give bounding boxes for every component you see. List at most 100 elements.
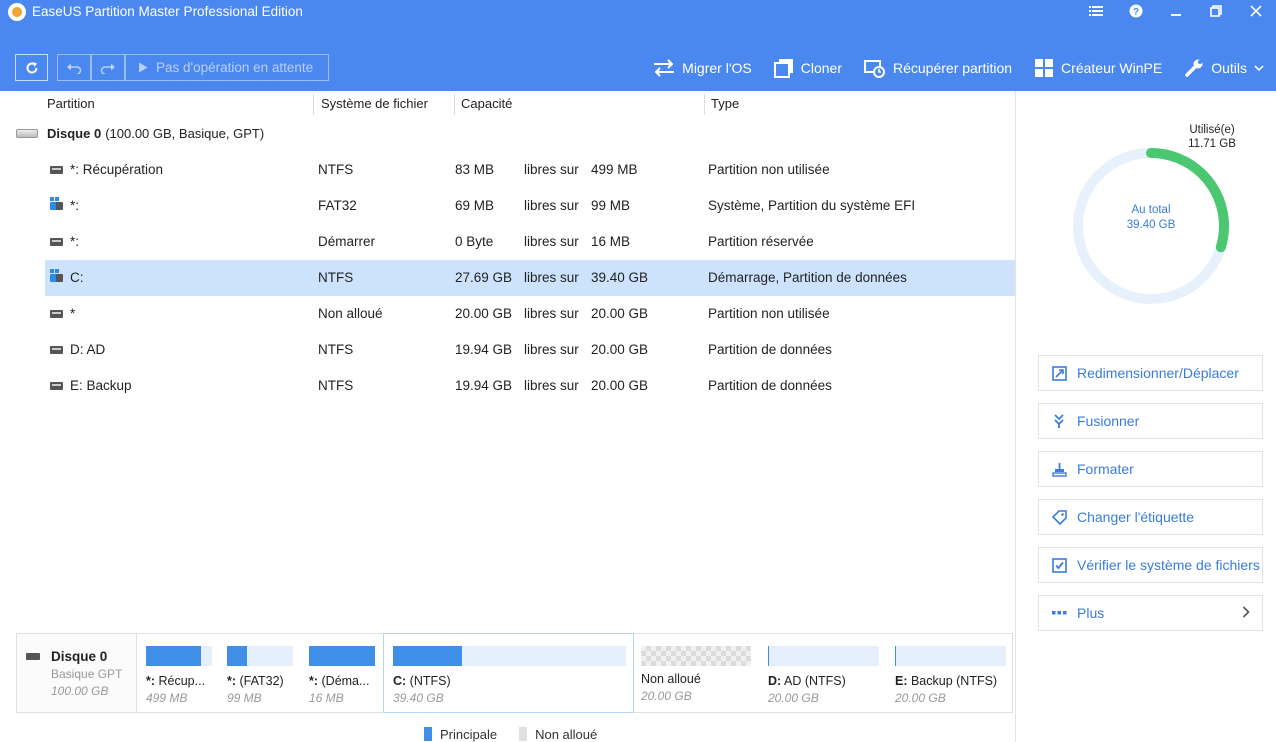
window-title: EaseUS Partition Master Professional Edi… xyxy=(32,4,303,19)
system-drive-icon xyxy=(50,269,63,282)
refresh-icon xyxy=(26,61,37,73)
used-label: Utilisé(e) xyxy=(1189,124,1235,136)
segment-used-fill xyxy=(768,646,769,666)
title-toolbar-band: EaseUS Partition Master Professional Edi… xyxy=(0,0,1276,91)
partition-row[interactable]: *: FAT32 69 MB libres sur 99 MB Système,… xyxy=(45,188,1015,224)
partition-name: *: Récupération xyxy=(70,162,164,177)
tag-icon xyxy=(1051,509,1067,525)
partition-free-separator: libres sur xyxy=(524,270,579,285)
disk-map-segment[interactable]: *: (FAT32) 99 MB xyxy=(218,634,300,712)
partition-free: 0 Byte xyxy=(455,234,494,249)
redo-icon xyxy=(100,63,115,74)
column-separator[interactable] xyxy=(313,94,314,115)
pending-operations-button[interactable]: Pas d'opération en attente xyxy=(125,54,329,81)
partition-filesystem: NTFS xyxy=(318,342,354,357)
hard-disk-icon xyxy=(26,653,40,660)
disk-map-segment[interactable]: D: AD (NTFS) 20.00 GB xyxy=(759,634,886,712)
more-icon xyxy=(1051,605,1067,621)
segment-bar xyxy=(895,646,1006,666)
segment-size: 20.00 GB xyxy=(641,689,692,703)
check-icon xyxy=(1051,557,1067,573)
merge-button[interactable]: Fusionner xyxy=(1038,403,1263,439)
drive-icon xyxy=(50,346,63,354)
disk-map-disk-type: Basique GPT xyxy=(51,667,123,681)
migrate-os-button[interactable]: Migrer l'OS xyxy=(653,59,752,77)
segment-label: D: AD (NTFS) xyxy=(768,674,846,688)
partition-total: 39.40 GB xyxy=(591,270,649,285)
segment-bar xyxy=(393,646,626,666)
format-button[interactable]: Formater xyxy=(1038,451,1263,487)
partition-free-separator: libres sur xyxy=(524,378,579,393)
partition-total: 20.00 GB xyxy=(591,378,649,393)
partition-total: 20.00 GB xyxy=(591,306,649,321)
disk-map-disk-info[interactable]: Disque 0 Basique GPT 100.00 GB xyxy=(17,634,137,712)
close-icon[interactable] xyxy=(1236,0,1276,22)
restore-icon[interactable] xyxy=(1196,0,1236,22)
right-panel: Utilisé(e) 11.71 GB Au total 39.40 GB Re… xyxy=(1015,91,1276,742)
partition-filesystem: Non alloué xyxy=(318,306,383,321)
disk-map-segment[interactable]: *: (Déma... 16 MB xyxy=(300,634,382,712)
merge-icon xyxy=(1051,413,1067,429)
partition-row[interactable]: *: Démarrer 0 Byte libres sur 16 MB Part… xyxy=(45,224,1015,260)
winpe-creator-label: Créateur WinPE xyxy=(1061,60,1163,76)
partition-type: Partition de données xyxy=(708,342,832,357)
recover-icon xyxy=(863,60,885,78)
partition-filesystem: NTFS xyxy=(318,378,354,393)
clone-button[interactable]: Cloner xyxy=(773,58,842,78)
partition-filesystem: NTFS xyxy=(318,270,354,285)
minimize-icon[interactable] xyxy=(1156,0,1196,22)
partition-row[interactable]: * Non alloué 20.00 GB libres sur 20.00 G… xyxy=(45,296,1015,332)
partition-table: Partition Système de fichier Capacité Ty… xyxy=(0,91,1015,631)
partition-name: E: Backup xyxy=(70,378,132,393)
partition-name: *: xyxy=(70,234,80,249)
help-icon[interactable]: ? xyxy=(1116,0,1156,22)
undo-icon xyxy=(67,63,82,74)
partition-row-selected[interactable]: C: NTFS 27.69 GB libres sur 39.40 GB Dém… xyxy=(45,260,1015,296)
partition-total: 20.00 GB xyxy=(591,342,649,357)
disk-map-segment[interactable]: Non alloué 20.00 GB xyxy=(632,634,759,712)
column-header-filesystem[interactable]: Système de fichier xyxy=(321,96,428,111)
partition-row[interactable]: *: Récupération NTFS 83 MB libres sur 49… xyxy=(45,152,1015,188)
change-label-button[interactable]: Changer l'étiquette xyxy=(1038,499,1263,535)
redo-button[interactable] xyxy=(91,54,125,81)
column-separator[interactable] xyxy=(454,94,455,115)
recover-partition-label: Récupérer partition xyxy=(892,60,1013,76)
partition-free-separator: libres sur xyxy=(524,234,579,249)
partition-type: Partition réservée xyxy=(708,234,814,249)
menu-icon[interactable] xyxy=(1076,0,1116,22)
segment-label: *: Récup... xyxy=(146,674,206,688)
more-button[interactable]: Plus xyxy=(1038,595,1263,631)
pending-label: Pas d'opération en attente xyxy=(156,60,314,75)
segment-label: *: (FAT32) xyxy=(227,674,284,688)
recover-partition-button[interactable]: Récupérer partition xyxy=(863,58,1013,78)
partition-row[interactable]: D: AD NTFS 19.94 GB libres sur 20.00 GB … xyxy=(45,332,1015,368)
column-separator[interactable] xyxy=(704,94,705,115)
segment-size: 39.40 GB xyxy=(393,691,444,705)
segment-bar xyxy=(146,646,212,666)
tools-label: Outils xyxy=(1211,60,1247,76)
refresh-button[interactable] xyxy=(15,54,48,81)
disk-map-segment-selected[interactable]: C: (NTFS) 39.40 GB xyxy=(383,633,634,713)
more-label: Plus xyxy=(1077,605,1105,621)
table-header: Partition Système de fichier Capacité Ty… xyxy=(0,91,1015,118)
segment-bar xyxy=(227,646,293,666)
winpe-creator-button[interactable]: Créateur WinPE xyxy=(1034,58,1162,78)
segment-used-fill xyxy=(309,646,375,666)
legend-item-primary: Principale xyxy=(424,727,497,742)
check-filesystem-button[interactable]: Vérifier le système de fichiers xyxy=(1038,547,1263,583)
column-header-type[interactable]: Type xyxy=(711,96,739,111)
undo-button[interactable] xyxy=(57,54,91,81)
segment-used-fill xyxy=(895,646,896,666)
partition-total: 499 MB xyxy=(591,162,638,177)
drive-icon xyxy=(50,166,63,174)
resize-move-button[interactable]: Redimensionner/Déplacer xyxy=(1038,355,1263,391)
disk-map-segment[interactable]: *: Récup... 499 MB xyxy=(137,634,218,712)
partition-row[interactable]: E: Backup NTFS 19.94 GB libres sur 20.00… xyxy=(45,368,1015,404)
column-header-partition[interactable]: Partition xyxy=(47,96,95,111)
tools-menu-button[interactable]: Outils xyxy=(1184,58,1264,78)
disk-row[interactable]: Disque 0 (100.00 GB, Basique, GPT) xyxy=(0,118,1015,148)
column-header-capacity[interactable]: Capacité xyxy=(461,96,512,111)
partition-free: 20.00 GB xyxy=(455,306,513,321)
segment-label: E: Backup (NTFS) xyxy=(895,674,998,688)
disk-map-segment[interactable]: E: Backup (NTFS) 20.00 GB xyxy=(886,634,1013,712)
